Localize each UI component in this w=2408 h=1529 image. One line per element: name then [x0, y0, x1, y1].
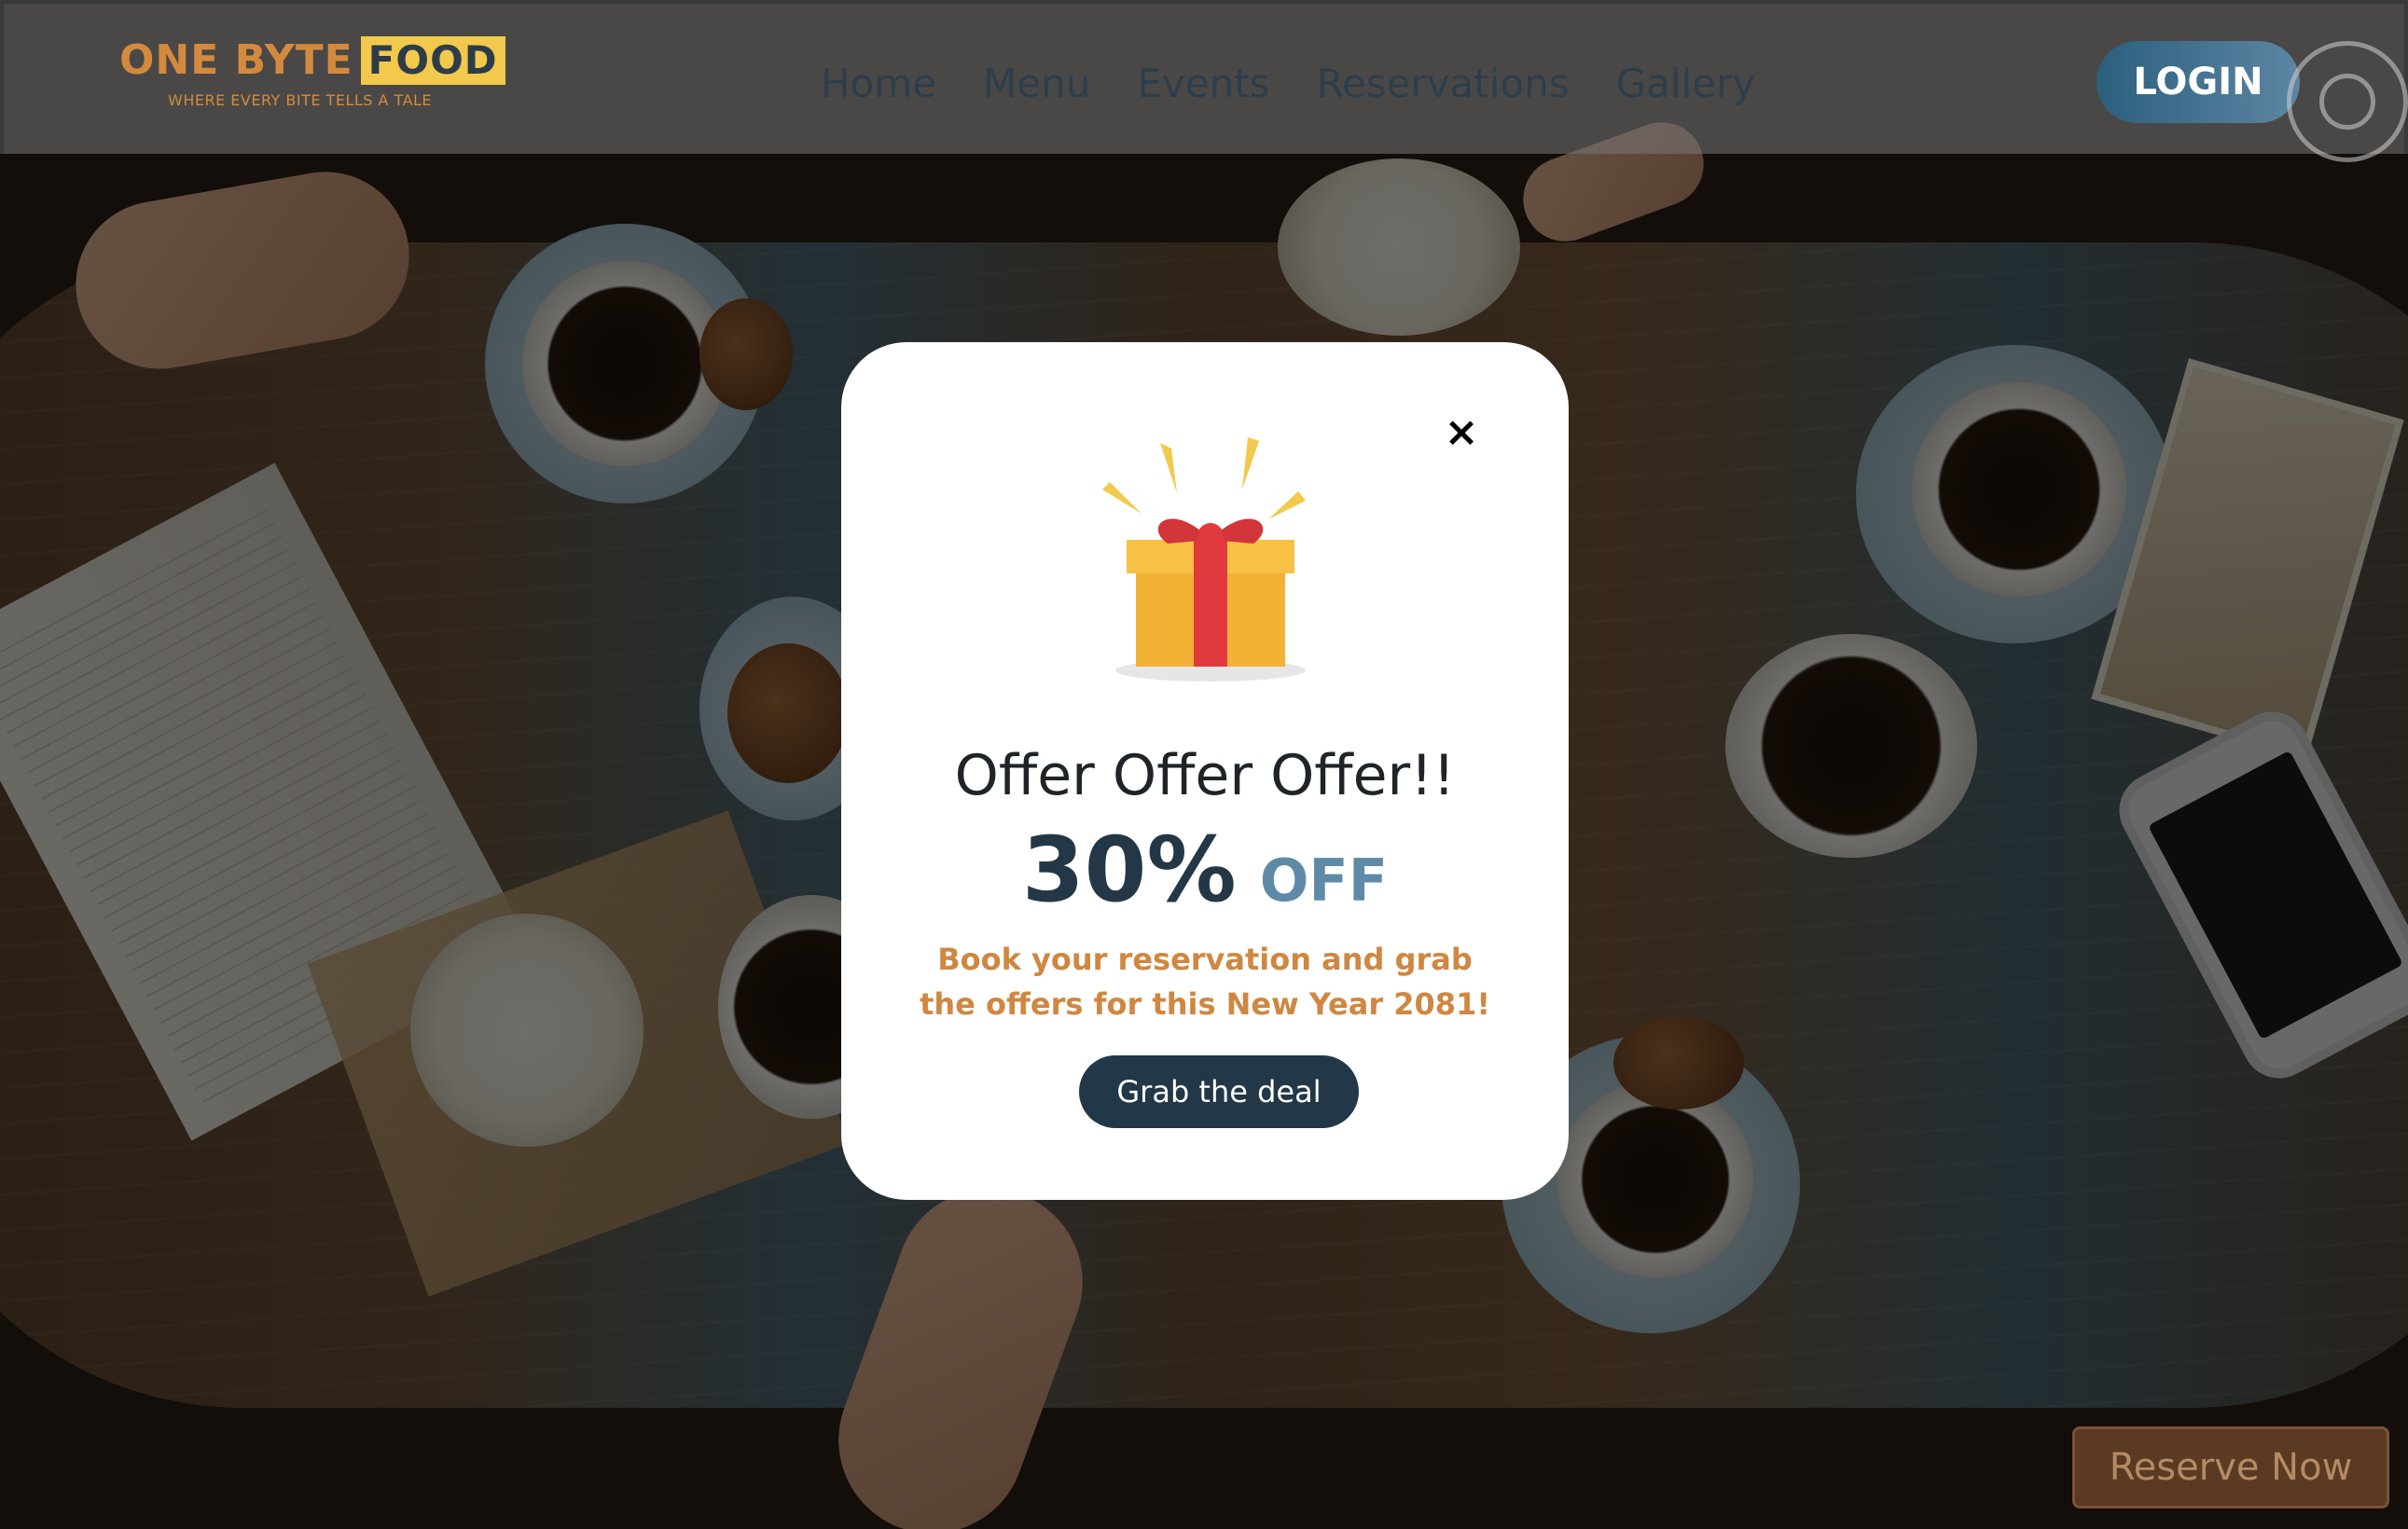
offer-modal: × Offer Offer Offer!! 30% OFF Book your … — [841, 342, 1569, 1200]
brand-name-first: ONE BYTE — [119, 36, 353, 84]
fox-emblem-icon — [2319, 74, 2375, 130]
gift-icon — [1102, 437, 1306, 682]
discount-line: 30% OFF — [841, 818, 1569, 922]
reserve-now-button[interactable]: Reserve Now — [2072, 1426, 2389, 1508]
nav-link-home[interactable]: Home — [821, 58, 936, 110]
offer-title: Offer Offer Offer!! — [954, 743, 1456, 808]
discount-value: 30% — [1021, 818, 1237, 922]
nav-link-gallery[interactable]: Gallery — [1616, 58, 1756, 110]
grab-deal-button[interactable]: Grab the deal — [1079, 1055, 1359, 1128]
offer-description: Book your reservation and grab the offer… — [920, 942, 1490, 1022]
nav-link-menu[interactable]: Menu — [983, 58, 1090, 110]
navbar: ONE BYTE FOOD WHERE EVERY BITE TELLS A T… — [0, 0, 2408, 162]
brand-tagline: WHERE EVERY BITE TELLS A TALE — [168, 91, 433, 109]
brand-name-second: FOOD — [360, 36, 505, 85]
brand-logo[interactable]: ONE BYTE FOOD WHERE EVERY BITE TELLS A T… — [119, 35, 505, 109]
nav-link-reservations[interactable]: Reservations — [1317, 58, 1570, 110]
nav-link-events[interactable]: Events — [1137, 58, 1269, 110]
close-icon[interactable]: × — [1438, 409, 1485, 456]
discount-suffix: OFF — [1259, 847, 1389, 915]
login-button[interactable]: LOGIN — [2097, 41, 2300, 123]
fjallraven-badge-icon — [2287, 41, 2408, 162]
main-nav: Home Menu Events Reservations Gallery — [821, 58, 1802, 110]
